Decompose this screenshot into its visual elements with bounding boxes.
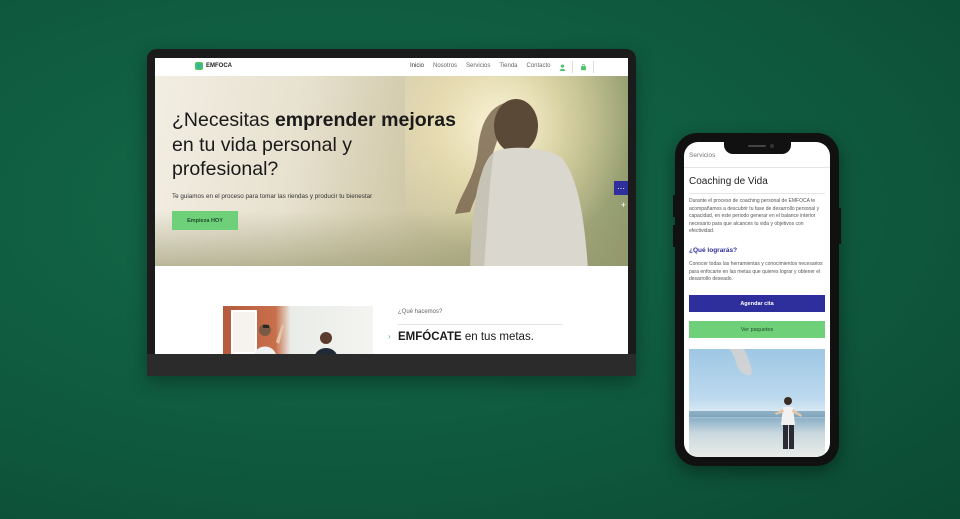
phone-side-button: [673, 195, 676, 217]
logo-icon: [195, 62, 203, 70]
team-photo: [223, 306, 373, 354]
empieza-hoy-button[interactable]: Empieza HOY: [172, 211, 238, 230]
cart-icon[interactable]: [579, 63, 587, 72]
section-title-bold: EMFÓCATE: [398, 331, 462, 343]
nav-item-servicios[interactable]: Servicios: [466, 63, 490, 69]
brand-name: EMFOCA: [206, 63, 232, 69]
user-icon[interactable]: [558, 63, 566, 72]
nav-item-inicio[interactable]: Inicio: [410, 63, 424, 69]
mobile-description: Durante el proceso de coaching personal …: [689, 198, 820, 234]
chevron-right-icon: ›: [388, 332, 391, 341]
agendar-cita-button[interactable]: Agendar cita: [689, 295, 825, 312]
laptop-base: [147, 354, 636, 376]
hero-woman-image: [455, 99, 588, 266]
mobile-breadcrumb[interactable]: Servicios: [689, 152, 715, 159]
speaker: [748, 145, 766, 147]
more-icon[interactable]: ⋯: [614, 181, 628, 195]
hero-title-pre: ¿Necesitas: [172, 109, 275, 131]
section-eyebrow: ¿Qué hacemos?: [398, 309, 443, 315]
photo-man: [254, 324, 284, 354]
mobile-screen: Servicios Coaching de Vida Durante el pr…: [684, 142, 830, 457]
nav-item-tienda[interactable]: Tienda: [499, 63, 517, 69]
desktop-screen: EMFOCA Inicio Nosotros Servicios Tienda …: [155, 58, 628, 354]
nav-divider: [572, 61, 573, 73]
phone-side-button: [673, 225, 676, 247]
hero-subtitle: Te guiamos en el proceso para tomar las …: [172, 193, 373, 200]
plus-icon[interactable]: +: [621, 200, 626, 210]
section-title: EMFÓCATE en tus metas.: [398, 331, 534, 343]
hero-title: ¿Necesitas emprender mejoras en tu vida …: [172, 108, 462, 182]
section-divider: [398, 324, 563, 325]
nav-item-nosotros[interactable]: Nosotros: [433, 63, 457, 69]
section-title-rest: en tus metas.: [461, 331, 534, 343]
mobile-page-title: Coaching de Vida: [689, 176, 768, 187]
hero-banner: ¿Necesitas emprender mejoras en tu vida …: [155, 76, 628, 266]
beach-person-illustration: [689, 349, 825, 449]
mobile-description-2: Conocer todas las herramientas y conocim…: [689, 261, 823, 282]
phone-notch: [724, 142, 791, 154]
mobile-subheading: ¿Qué lograrás?: [689, 247, 738, 254]
phone-mockup: Servicios Coaching de Vida Durante el pr…: [673, 133, 841, 466]
brand-logo[interactable]: EMFOCA: [195, 62, 232, 70]
nav-item-contacto[interactable]: Contacto: [527, 63, 551, 69]
hero-title-post: en tu vida personal y profesional?: [172, 133, 352, 181]
hero-title-bold: emprender mejoras: [274, 109, 456, 131]
laptop-mockup: EMFOCA Inicio Nosotros Servicios Tienda …: [147, 49, 636, 376]
desktop-navbar: EMFOCA Inicio Nosotros Servicios Tienda …: [155, 58, 628, 76]
photo-woman: [315, 332, 337, 354]
divider: [684, 167, 830, 168]
nav-divider: [593, 61, 594, 73]
nav-links: Inicio Nosotros Servicios Tienda Contact…: [410, 63, 551, 69]
divider: [689, 193, 825, 194]
nav-icons: [558, 61, 594, 73]
mobile-hero-image: [689, 349, 825, 457]
camera-icon: [770, 144, 774, 148]
que-hacemos-section: ¿Qué hacemos? › EMFÓCATE en tus metas.: [155, 266, 628, 354]
phone-side-button: [838, 208, 841, 244]
ver-paquetes-button[interactable]: Ver paquetes: [689, 321, 825, 338]
